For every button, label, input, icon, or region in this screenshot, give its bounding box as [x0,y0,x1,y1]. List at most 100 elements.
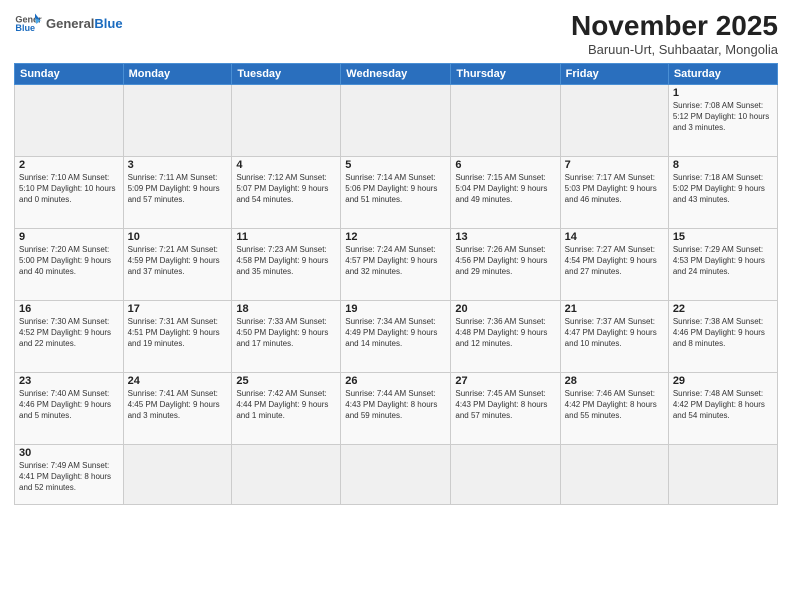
day-info: Sunrise: 7:23 AM Sunset: 4:58 PM Dayligh… [236,244,336,278]
day-info: Sunrise: 7:37 AM Sunset: 4:47 PM Dayligh… [565,316,664,350]
day-number: 11 [236,231,336,243]
calendar-day-cell: 4Sunrise: 7:12 AM Sunset: 5:07 PM Daylig… [232,157,341,229]
day-info: Sunrise: 7:38 AM Sunset: 4:46 PM Dayligh… [673,316,773,350]
calendar-day-cell: 27Sunrise: 7:45 AM Sunset: 4:43 PM Dayli… [451,373,560,445]
month-title: November 2025 [571,10,778,42]
day-number: 21 [565,303,664,315]
day-of-week-header: Saturday [668,64,777,85]
calendar-day-cell [341,445,451,505]
calendar-day-cell: 18Sunrise: 7:33 AM Sunset: 4:50 PM Dayli… [232,301,341,373]
logo: General Blue GeneralBlue [14,10,123,38]
calendar-day-cell: 17Sunrise: 7:31 AM Sunset: 4:51 PM Dayli… [123,301,232,373]
day-number: 5 [345,159,446,171]
day-info: Sunrise: 7:27 AM Sunset: 4:54 PM Dayligh… [565,244,664,278]
day-number: 30 [19,447,119,459]
calendar-day-cell: 21Sunrise: 7:37 AM Sunset: 4:47 PM Dayli… [560,301,668,373]
calendar-day-cell: 22Sunrise: 7:38 AM Sunset: 4:46 PM Dayli… [668,301,777,373]
logo-text: GeneralBlue [46,17,123,31]
day-number: 9 [19,231,119,243]
day-info: Sunrise: 7:14 AM Sunset: 5:06 PM Dayligh… [345,172,446,206]
page-header: General Blue GeneralBlue November 2025 B… [14,10,778,57]
location-subtitle: Baruun-Urt, Suhbaatar, Mongolia [571,42,778,57]
day-info: Sunrise: 7:15 AM Sunset: 5:04 PM Dayligh… [455,172,555,206]
calendar-day-cell [451,445,560,505]
calendar-day-cell: 15Sunrise: 7:29 AM Sunset: 4:53 PM Dayli… [668,229,777,301]
day-info: Sunrise: 7:12 AM Sunset: 5:07 PM Dayligh… [236,172,336,206]
day-number: 19 [345,303,446,315]
calendar-day-cell [123,85,232,157]
day-info: Sunrise: 7:45 AM Sunset: 4:43 PM Dayligh… [455,388,555,422]
day-info: Sunrise: 7:18 AM Sunset: 5:02 PM Dayligh… [673,172,773,206]
day-info: Sunrise: 7:29 AM Sunset: 4:53 PM Dayligh… [673,244,773,278]
day-info: Sunrise: 7:17 AM Sunset: 5:03 PM Dayligh… [565,172,664,206]
day-info: Sunrise: 7:10 AM Sunset: 5:10 PM Dayligh… [19,172,119,206]
day-number: 12 [345,231,446,243]
day-number: 10 [128,231,228,243]
day-number: 17 [128,303,228,315]
day-of-week-header: Tuesday [232,64,341,85]
day-info: Sunrise: 7:36 AM Sunset: 4:48 PM Dayligh… [455,316,555,350]
calendar-day-cell [451,85,560,157]
day-number: 16 [19,303,119,315]
day-info: Sunrise: 7:34 AM Sunset: 4:49 PM Dayligh… [345,316,446,350]
calendar-day-cell: 6Sunrise: 7:15 AM Sunset: 5:04 PM Daylig… [451,157,560,229]
day-info: Sunrise: 7:46 AM Sunset: 4:42 PM Dayligh… [565,388,664,422]
day-info: Sunrise: 7:21 AM Sunset: 4:59 PM Dayligh… [128,244,228,278]
day-of-week-header: Thursday [451,64,560,85]
calendar-day-cell: 29Sunrise: 7:48 AM Sunset: 4:42 PM Dayli… [668,373,777,445]
day-info: Sunrise: 7:24 AM Sunset: 4:57 PM Dayligh… [345,244,446,278]
calendar-day-cell [560,445,668,505]
day-number: 8 [673,159,773,171]
calendar-day-cell [341,85,451,157]
day-info: Sunrise: 7:48 AM Sunset: 4:42 PM Dayligh… [673,388,773,422]
calendar-day-cell: 24Sunrise: 7:41 AM Sunset: 4:45 PM Dayli… [123,373,232,445]
day-info: Sunrise: 7:40 AM Sunset: 4:46 PM Dayligh… [19,388,119,422]
day-number: 24 [128,375,228,387]
calendar-day-cell: 11Sunrise: 7:23 AM Sunset: 4:58 PM Dayli… [232,229,341,301]
day-info: Sunrise: 7:26 AM Sunset: 4:56 PM Dayligh… [455,244,555,278]
day-number: 14 [565,231,664,243]
day-number: 2 [19,159,119,171]
logo-icon: General Blue [14,10,42,38]
calendar-day-cell: 20Sunrise: 7:36 AM Sunset: 4:48 PM Dayli… [451,301,560,373]
day-number: 25 [236,375,336,387]
calendar-day-cell: 5Sunrise: 7:14 AM Sunset: 5:06 PM Daylig… [341,157,451,229]
day-number: 3 [128,159,228,171]
calendar-day-cell: 8Sunrise: 7:18 AM Sunset: 5:02 PM Daylig… [668,157,777,229]
calendar-day-cell: 30Sunrise: 7:49 AM Sunset: 4:41 PM Dayli… [15,445,124,505]
calendar-day-cell: 2Sunrise: 7:10 AM Sunset: 5:10 PM Daylig… [15,157,124,229]
calendar-day-cell: 14Sunrise: 7:27 AM Sunset: 4:54 PM Dayli… [560,229,668,301]
day-number: 18 [236,303,336,315]
day-info: Sunrise: 7:49 AM Sunset: 4:41 PM Dayligh… [19,460,119,494]
calendar-day-cell: 3Sunrise: 7:11 AM Sunset: 5:09 PM Daylig… [123,157,232,229]
day-info: Sunrise: 7:30 AM Sunset: 4:52 PM Dayligh… [19,316,119,350]
calendar-day-cell [232,445,341,505]
calendar-day-cell [560,85,668,157]
calendar-day-cell: 1Sunrise: 7:08 AM Sunset: 5:12 PM Daylig… [668,85,777,157]
calendar-day-cell [668,445,777,505]
calendar-day-cell: 9Sunrise: 7:20 AM Sunset: 5:00 PM Daylig… [15,229,124,301]
title-block: November 2025 Baruun-Urt, Suhbaatar, Mon… [571,10,778,57]
day-info: Sunrise: 7:41 AM Sunset: 4:45 PM Dayligh… [128,388,228,422]
day-info: Sunrise: 7:20 AM Sunset: 5:00 PM Dayligh… [19,244,119,278]
day-info: Sunrise: 7:33 AM Sunset: 4:50 PM Dayligh… [236,316,336,350]
calendar-day-cell [123,445,232,505]
day-number: 6 [455,159,555,171]
day-of-week-header: Friday [560,64,668,85]
day-info: Sunrise: 7:08 AM Sunset: 5:12 PM Dayligh… [673,100,773,134]
svg-text:Blue: Blue [15,23,35,33]
day-number: 4 [236,159,336,171]
day-number: 29 [673,375,773,387]
calendar-day-cell: 28Sunrise: 7:46 AM Sunset: 4:42 PM Dayli… [560,373,668,445]
calendar-day-cell [15,85,124,157]
day-info: Sunrise: 7:31 AM Sunset: 4:51 PM Dayligh… [128,316,228,350]
calendar-table: SundayMondayTuesdayWednesdayThursdayFrid… [14,63,778,505]
day-number: 26 [345,375,446,387]
calendar-day-cell: 16Sunrise: 7:30 AM Sunset: 4:52 PM Dayli… [15,301,124,373]
day-number: 1 [673,87,773,99]
day-of-week-header: Wednesday [341,64,451,85]
day-number: 7 [565,159,664,171]
calendar-day-cell: 26Sunrise: 7:44 AM Sunset: 4:43 PM Dayli… [341,373,451,445]
calendar-day-cell: 10Sunrise: 7:21 AM Sunset: 4:59 PM Dayli… [123,229,232,301]
calendar-day-cell: 12Sunrise: 7:24 AM Sunset: 4:57 PM Dayli… [341,229,451,301]
